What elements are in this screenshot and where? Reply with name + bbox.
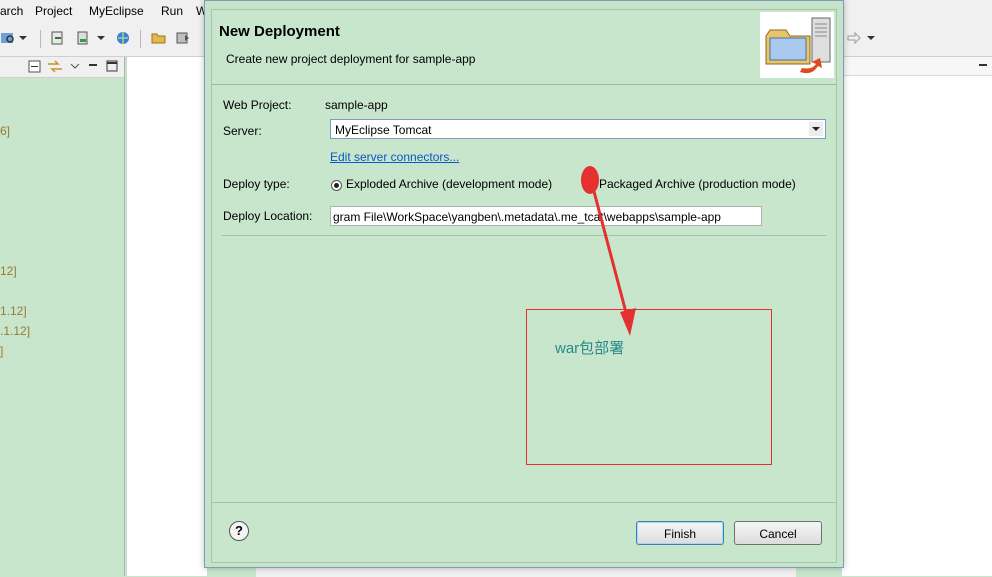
finish-button[interactable]: Finish <box>636 521 724 545</box>
server-select-value: MyEclipse Tomcat <box>335 123 432 137</box>
server-icon[interactable] <box>75 30 91 46</box>
minimize-icon[interactable] <box>978 61 988 71</box>
toolbar-separator <box>140 30 141 48</box>
dialog-body: New Deployment Create new project deploy… <box>211 9 837 563</box>
refresh-icon[interactable] <box>175 30 191 46</box>
edit-server-connectors-link[interactable]: Edit server connectors... <box>330 150 459 164</box>
outline-panel <box>842 57 992 576</box>
globe-icon[interactable] <box>115 30 131 46</box>
chevron-down-icon[interactable] <box>18 30 28 46</box>
web-project-label: Web Project: <box>223 98 292 112</box>
dialog-description: Create new project deployment for sample… <box>226 52 476 66</box>
collapse-all-icon[interactable] <box>28 60 41 73</box>
deploy-type-label: Deploy type: <box>223 177 290 191</box>
toolbar-separator <box>40 30 41 48</box>
package-explorer-panel: 6] 12] 1.12] .1.12] ] <box>0 57 125 576</box>
panel-header <box>842 57 992 76</box>
tree-item-fragment[interactable]: 1.12] <box>0 304 27 318</box>
dialog-banner: New Deployment Create new project deploy… <box>212 10 836 85</box>
maximize-icon[interactable] <box>106 60 118 72</box>
dialog-title: New Deployment <box>219 23 340 40</box>
menu-search[interactable]: arch <box>0 4 23 18</box>
search-icon[interactable] <box>0 30 16 46</box>
view-menu-icon[interactable] <box>70 61 80 71</box>
link-editor-icon[interactable] <box>47 60 63 73</box>
dialog-titlebar[interactable] <box>205 1 843 9</box>
menu-run[interactable]: Run <box>161 4 183 18</box>
exploded-archive-radio[interactable] <box>331 180 342 191</box>
tree-item-fragment[interactable]: .1.12] <box>0 324 30 338</box>
server-select[interactable]: MyEclipse Tomcat <box>330 119 826 139</box>
panel-header <box>0 57 124 78</box>
cancel-button[interactable]: Cancel <box>734 521 822 545</box>
annotation-text: war包部署 <box>555 340 625 357</box>
forward-arrow-icon[interactable] <box>846 30 862 46</box>
chevron-down-icon[interactable] <box>96 30 106 46</box>
server-label: Server: <box>223 124 262 138</box>
menu-project[interactable]: Project <box>35 4 72 18</box>
tree-item-fragment[interactable]: 6] <box>0 124 10 138</box>
deploy-location-label: Deploy Location: <box>223 209 313 223</box>
web-project-value: sample-app <box>325 98 388 112</box>
minimize-icon[interactable] <box>88 61 98 71</box>
tree-item-fragment[interactable]: ] <box>0 344 3 358</box>
chevron-down-icon[interactable] <box>809 122 823 136</box>
deploy-location-field[interactable]: gram File\WorkSpace\yangben\.metadata\.m… <box>330 206 762 226</box>
annotation-arrow <box>581 166 636 336</box>
open-folder-icon[interactable] <box>151 30 167 46</box>
deploy-icon[interactable] <box>50 30 66 46</box>
editor-area <box>126 57 207 576</box>
divider <box>222 235 826 236</box>
divider <box>212 502 836 503</box>
tree-item-fragment[interactable]: 12] <box>0 264 17 278</box>
exploded-archive-label[interactable]: Exploded Archive (development mode) <box>346 177 552 191</box>
menu-myeclipse[interactable]: MyEclipse <box>89 4 144 18</box>
chevron-down-icon[interactable] <box>866 30 876 46</box>
deployment-wizard-icon <box>760 12 834 78</box>
help-icon[interactable]: ? <box>229 521 249 541</box>
new-deployment-dialog: New Deployment Create new project deploy… <box>204 0 844 568</box>
deploy-location-value: gram File\WorkSpace\yangben\.metadata\.m… <box>333 210 721 224</box>
